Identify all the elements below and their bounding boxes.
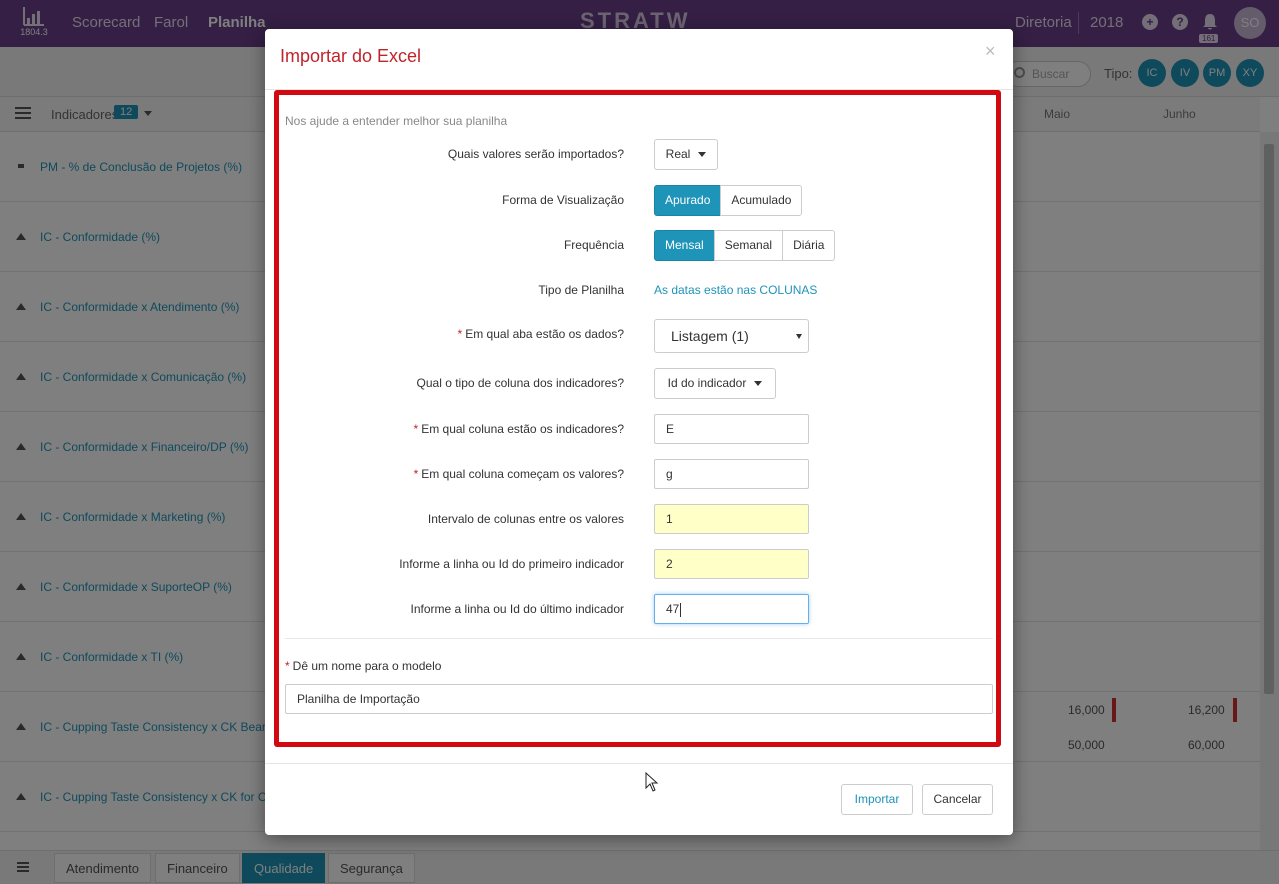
column-type-value: Id do indicador	[667, 376, 747, 390]
values-dropdown-value: Real	[665, 147, 691, 161]
tab-field-label-text: Em qual aba estão os dados?	[465, 327, 624, 341]
view-label: Forma de Visualização	[502, 193, 624, 207]
values-column-input[interactable]: g	[654, 459, 809, 489]
values-dropdown[interactable]: Real	[654, 139, 718, 170]
required-mark: *	[413, 422, 419, 436]
close-icon[interactable]: ×	[985, 41, 996, 62]
interval-label: Intervalo de colunas entre os valores	[427, 512, 624, 526]
sheet-tab-select[interactable]: Listagem (1)	[654, 319, 809, 353]
values-label: Quais valores serão importados?	[447, 147, 624, 161]
indicator-column-label: * Em qual coluna estão os indicadores?	[284, 422, 624, 436]
model-name-input[interactable]: Planilha de Importação	[285, 684, 993, 714]
indicator-column-label-text: Em qual coluna estão os indicadores?	[421, 422, 624, 436]
last-indicator-value: 47	[666, 602, 680, 616]
import-button[interactable]: Importar	[841, 784, 913, 815]
sheet-tab-value: Listagem (1)	[671, 328, 749, 344]
mouse-pointer-icon	[645, 772, 659, 792]
values-column-label: * Em qual coluna começam os valores?	[284, 467, 624, 481]
required-mark: *	[413, 467, 419, 481]
view-toggle: Apurado Acumulado	[654, 185, 803, 216]
caret-down-icon	[698, 152, 707, 158]
frequency-option-diaria[interactable]: Diária	[782, 230, 836, 261]
values-column-label-text: Em qual coluna começam os valores?	[421, 467, 624, 481]
model-name-label: * Dê um nome para o modelo	[285, 659, 441, 673]
highlight-frame	[274, 90, 1001, 747]
first-indicator-input[interactable]: 2	[654, 549, 809, 579]
frequency-option-mensal[interactable]: Mensal	[654, 230, 715, 261]
sheet-type-link[interactable]: As datas estão nas COLUNAS	[654, 283, 817, 297]
model-name-label-text: Dê um nome para o modelo	[292, 659, 442, 673]
view-option-acumulado[interactable]: Acumulado	[720, 185, 803, 216]
dialog-title: Importar do Excel	[280, 46, 422, 66]
tab-field-label: * Em qual aba estão os dados?	[284, 327, 624, 341]
last-indicator-label: Informe a linha ou Id do último indicado…	[410, 602, 624, 616]
text-cursor	[680, 602, 682, 617]
last-indicator-input[interactable]: 47	[654, 594, 809, 624]
required-mark: *	[457, 327, 463, 341]
frequency-toggle: Mensal Semanal Diária	[654, 230, 836, 261]
sheet-type-label: Tipo de Planilha	[538, 283, 624, 297]
indicator-column-input[interactable]: E	[654, 414, 809, 444]
interval-input[interactable]: 1	[654, 504, 809, 534]
frequency-label: Frequência	[563, 238, 624, 252]
frequency-option-semanal[interactable]: Semanal	[713, 230, 784, 261]
required-mark: *	[285, 659, 290, 673]
view-option-apurado[interactable]: Apurado	[654, 185, 722, 216]
caret-down-icon	[796, 334, 802, 339]
form-hint: Nos ajude a entender melhor sua planilha	[285, 114, 508, 128]
divider	[265, 763, 1013, 764]
first-indicator-label: Informe a linha ou Id do primeiro indica…	[399, 557, 624, 571]
cancel-button[interactable]: Cancelar	[922, 784, 993, 815]
divider	[285, 638, 993, 639]
caret-down-icon	[754, 381, 763, 387]
column-type-label: Qual o tipo de coluna dos indicadores?	[416, 376, 624, 390]
column-type-dropdown[interactable]: Id do indicador	[654, 368, 776, 399]
import-excel-dialog: Importar do Excel × Nos ajude a entender…	[265, 29, 1013, 835]
